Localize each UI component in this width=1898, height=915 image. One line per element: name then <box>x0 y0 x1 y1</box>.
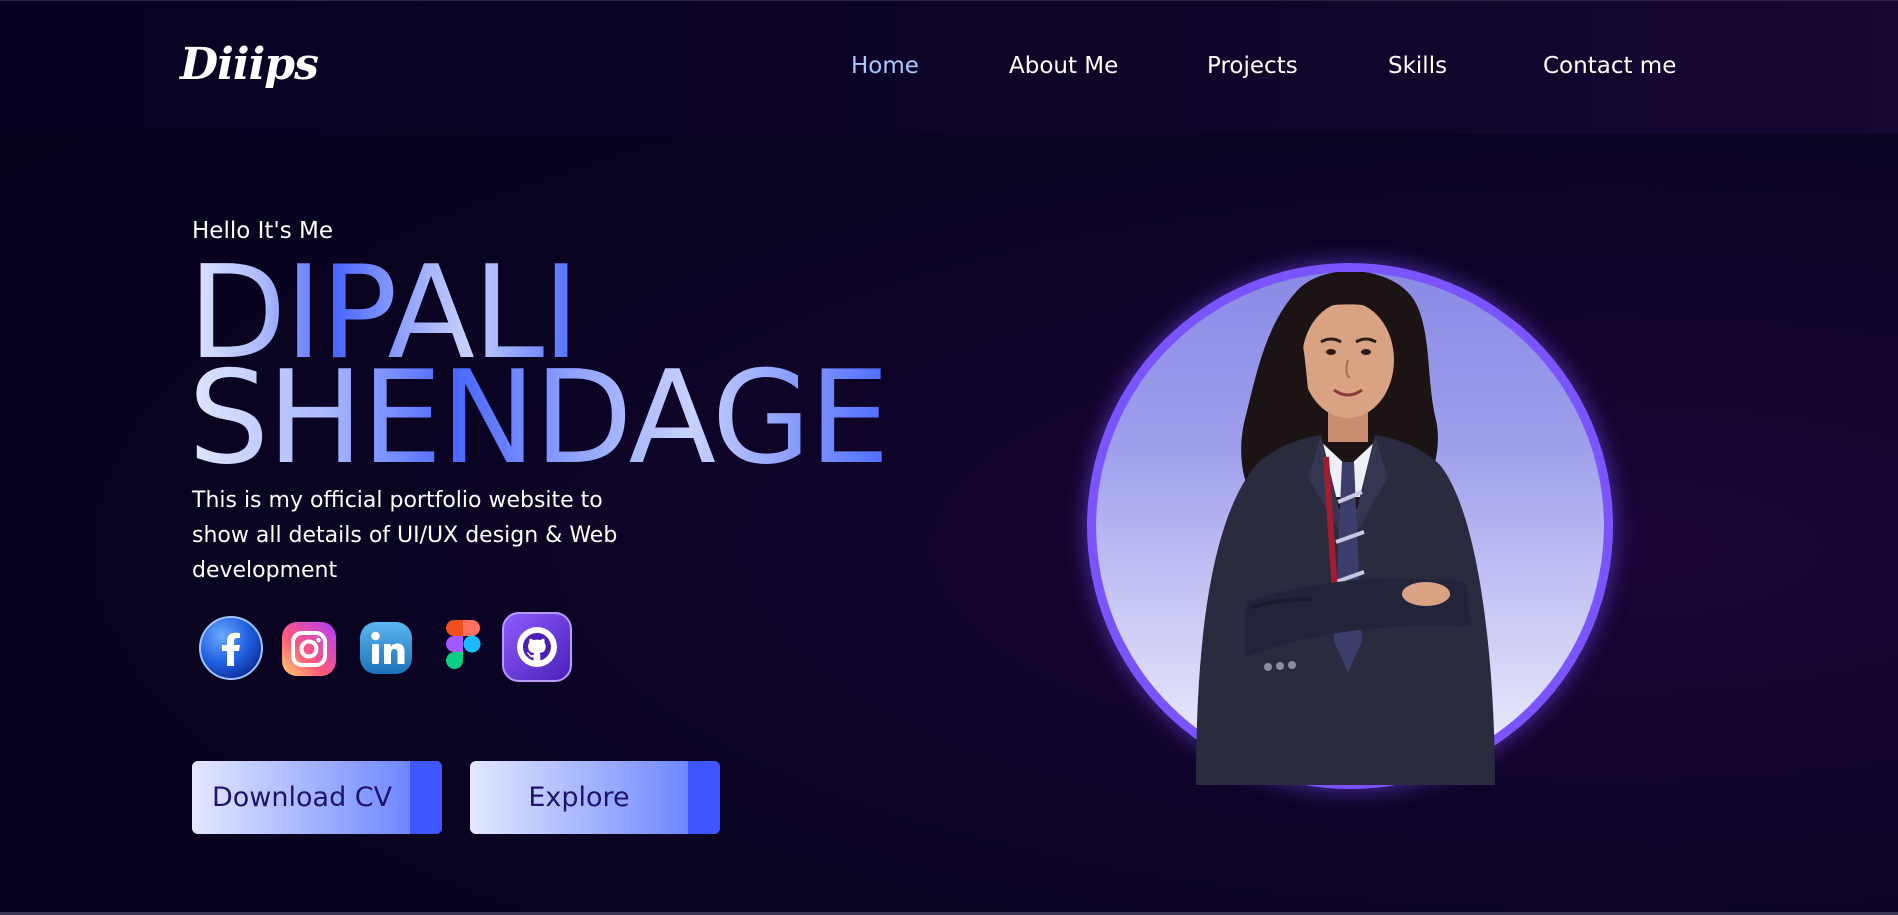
download-cv-button[interactable]: Download CV <box>192 761 442 834</box>
nav-projects[interactable]: Projects <box>1207 53 1298 79</box>
nav-about-me[interactable]: About Me <box>1009 53 1118 79</box>
nav-skills[interactable]: Skills <box>1388 53 1447 79</box>
download-cv-accent <box>410 761 442 834</box>
explore-accent <box>688 761 720 834</box>
explore-label: Explore <box>528 782 630 813</box>
portfolio-page: Diiips Home About Me Projects Skills Con… <box>0 0 1898 915</box>
profile-photo <box>1176 272 1516 785</box>
main-nav: Home About Me Projects Skills Contact me <box>0 53 1898 93</box>
site-header: Diiips Home About Me Projects Skills Con… <box>0 0 1898 134</box>
download-cv-label: Download CV <box>212 782 393 813</box>
hero-name-last: SHENDAGE <box>188 344 890 493</box>
linkedin-icon[interactable] <box>353 614 419 680</box>
nav-home[interactable]: Home <box>851 53 919 79</box>
facebook-icon[interactable] <box>198 614 264 680</box>
figma-icon[interactable] <box>430 614 496 680</box>
instagram-icon[interactable] <box>276 614 342 680</box>
profile-portrait <box>1096 272 1604 792</box>
explore-button[interactable]: Explore <box>470 761 720 834</box>
hero-tagline: This is my official portfolio website to… <box>192 488 618 583</box>
nav-contact-me[interactable]: Contact me <box>1543 53 1676 79</box>
github-icon[interactable] <box>501 612 572 682</box>
